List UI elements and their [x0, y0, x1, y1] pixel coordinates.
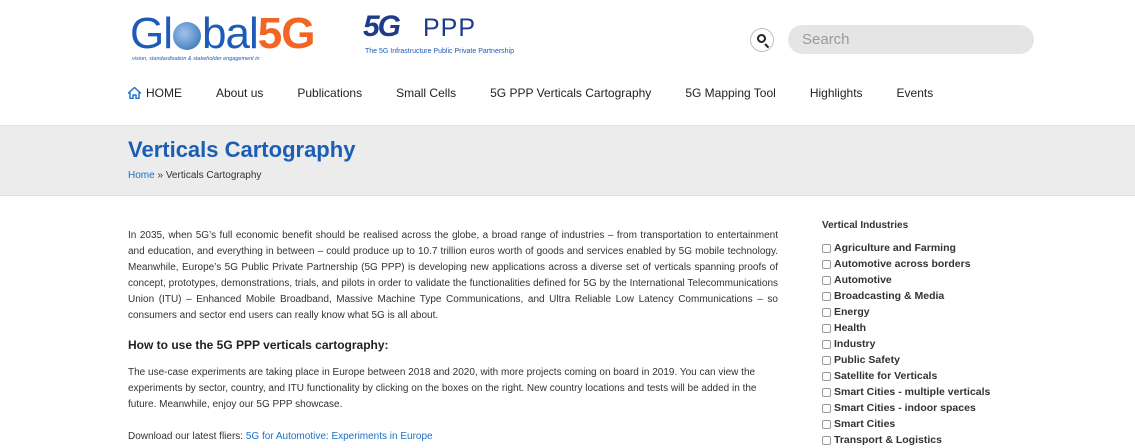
global5g-logo[interactable]: Gl bal5G vision, standardisation & stakeh…	[130, 12, 340, 64]
global5g-logo-tagline: vision, standardisation & stakeholder en…	[132, 56, 260, 62]
filter-smart-cities[interactable]: Smart Cities	[822, 416, 1122, 432]
global5g-logo-wordmark: Gl bal5G	[130, 9, 315, 58]
intro-paragraph: In 2035, when 5G’s full economic benefit…	[128, 230, 778, 321]
5gppp-logo-subtitle: The 5G Infrastructure Public Private Par…	[365, 48, 515, 55]
filter-energy[interactable]: Energy	[822, 304, 1122, 320]
nav-item-events[interactable]: Events	[897, 86, 934, 100]
filter-automotive[interactable]: Automotive	[822, 272, 1122, 288]
checkbox[interactable]	[822, 371, 831, 381]
page-title: Verticals Cartography	[128, 137, 356, 162]
filter-label: Public Safety	[834, 354, 900, 366]
filter-label: Automotive across borders	[834, 258, 971, 270]
nav-item-verticals-cartography[interactable]: 5G PPP Verticals Cartography	[490, 86, 651, 100]
breadcrumb-current: Verticals Cartography	[165, 170, 262, 181]
filter-label: Smart Cities - multiple verticals	[834, 386, 991, 398]
checkbox[interactable]	[822, 403, 831, 413]
filter-label: Smart Cities - indoor spaces	[834, 402, 976, 414]
checkbox[interactable]	[822, 355, 831, 365]
filter-label: Energy	[834, 306, 870, 318]
main-nav: HOME About us Publications Small Cells 5…	[128, 84, 967, 102]
5gppp-logo-text: PPP	[423, 14, 477, 42]
nav-item-home-label: HOME	[146, 86, 182, 100]
flier-automotive-link[interactable]: 5G for Automotive: Experiments in Europe	[246, 431, 433, 442]
breadcrumb-home-link[interactable]: Home	[128, 170, 155, 181]
filter-label: Health	[834, 322, 867, 334]
filter-label: Industry	[834, 338, 876, 350]
search-button[interactable]	[750, 28, 774, 52]
filter-satellite[interactable]: Satellite for Verticals	[822, 368, 1122, 384]
nav-item-home[interactable]: HOME	[128, 86, 182, 100]
filter-smart-cities-multiple[interactable]: Smart Cities - multiple verticals	[822, 384, 1122, 400]
howto-heading: How to use the 5G PPP verticals cartogra…	[128, 338, 389, 352]
5gppp-logo[interactable]: 5G PPP The 5G Infrastructure Public Priv…	[363, 10, 603, 62]
nav-item-about-us[interactable]: About us	[216, 86, 263, 100]
checkbox[interactable]	[822, 291, 831, 301]
nav-item-small-cells[interactable]: Small Cells	[396, 86, 456, 100]
filter-label: Smart Cities	[834, 418, 896, 430]
checkbox[interactable]	[822, 259, 831, 269]
nav-item-publications[interactable]: Publications	[297, 86, 362, 100]
5gppp-logo-mark: 5G	[363, 10, 401, 43]
filter-agriculture[interactable]: Agriculture and Farming	[822, 240, 1122, 256]
download-line: Download our latest fliers: 5G for Autom…	[128, 429, 778, 445]
filter-broadcasting-media[interactable]: Broadcasting & Media	[822, 288, 1122, 304]
checkbox[interactable]	[822, 387, 831, 397]
nav-item-mapping-tool[interactable]: 5G Mapping Tool	[685, 86, 776, 100]
main-content: In 2035, when 5G’s full economic benefit…	[128, 228, 778, 445]
page-title-band: Verticals Cartography Home » Verticals C…	[0, 125, 1135, 196]
filter-label: Satellite for Verticals	[834, 370, 938, 382]
globe-icon	[173, 22, 201, 50]
home-icon	[128, 87, 141, 99]
checkbox[interactable]	[822, 307, 831, 317]
site-header: Gl bal5G vision, standardisation & stakeh…	[0, 0, 1135, 125]
filter-label: Broadcasting & Media	[834, 290, 945, 302]
checkbox[interactable]	[822, 419, 831, 429]
checkbox[interactable]	[822, 275, 831, 285]
filter-heading: Vertical Industries	[822, 220, 909, 231]
checkbox[interactable]	[822, 339, 831, 349]
filter-label: Automotive	[834, 274, 892, 286]
breadcrumb-separator: »	[157, 170, 164, 181]
filter-public-safety[interactable]: Public Safety	[822, 352, 1122, 368]
search-icon	[757, 34, 766, 43]
checkbox[interactable]	[822, 323, 831, 333]
filter-transport-logistics[interactable]: Transport & Logistics	[822, 432, 1122, 448]
filter-health[interactable]: Health	[822, 320, 1122, 336]
filter-label: Transport & Logistics	[834, 434, 942, 446]
vertical-industries-filter: Vertical Industries Agriculture and Farm…	[822, 220, 1122, 448]
filter-label: Agriculture and Farming	[834, 242, 956, 254]
filter-industry[interactable]: Industry	[822, 336, 1122, 352]
search-input[interactable]	[788, 25, 1034, 54]
nav-item-highlights[interactable]: Highlights	[810, 86, 863, 100]
filter-automotive-across-borders[interactable]: Automotive across borders	[822, 256, 1122, 272]
filter-smart-cities-indoor[interactable]: Smart Cities - indoor spaces	[822, 400, 1122, 416]
checkbox[interactable]	[822, 243, 831, 253]
download-prefix: Download our latest fliers:	[128, 431, 246, 442]
checkbox[interactable]	[822, 435, 831, 445]
breadcrumb: Home » Verticals Cartography	[128, 170, 261, 181]
howto-paragraph: The use-case experiments are taking plac…	[128, 367, 757, 410]
